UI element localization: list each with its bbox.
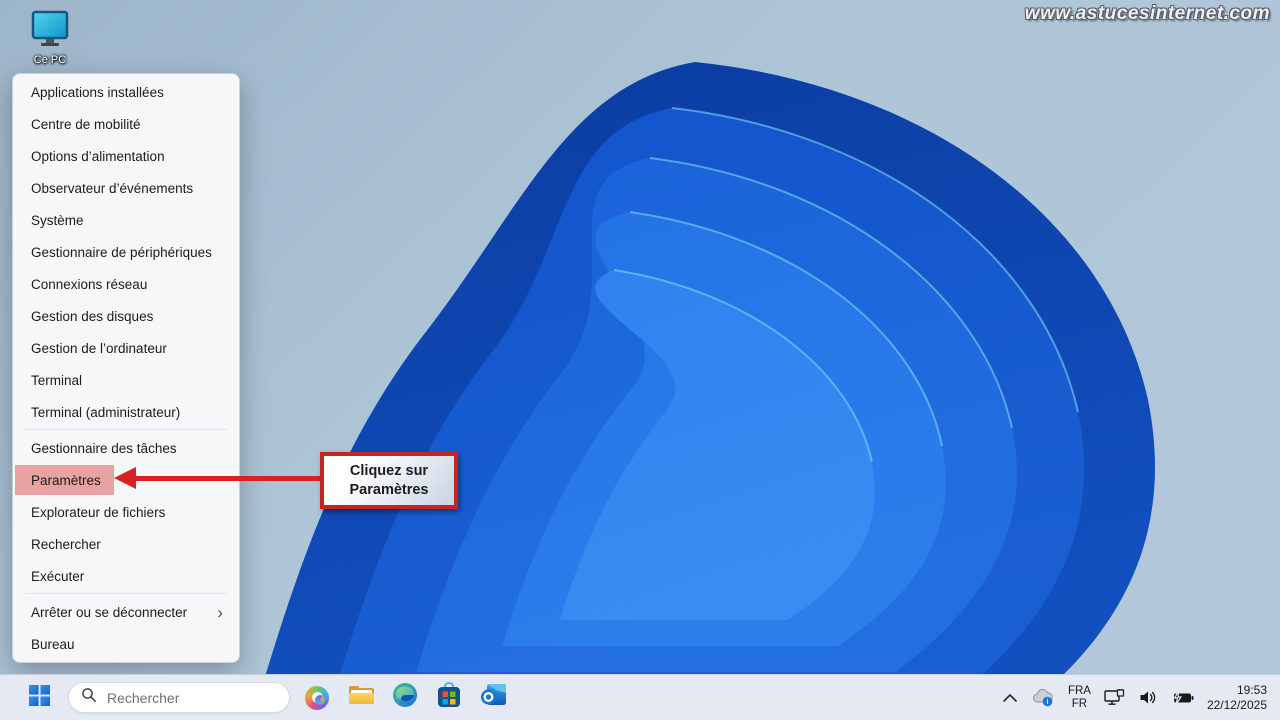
menu-item-applications-installees[interactable]: Applications installées [13,76,239,108]
winx-context-menu: Applications installées Centre de mobili… [12,73,240,663]
menu-item-gestionnaire-taches[interactable]: Gestionnaire des tâches [13,432,239,464]
menu-item-label: Centre de mobilité [31,116,141,132]
menu-item-label: Bureau [31,636,75,652]
ethernet-monitor-icon[interactable] [1104,689,1126,706]
menu-item-label: Paramètres [31,472,101,488]
clock[interactable]: 19:53 22/12/2025 [1207,683,1267,713]
menu-item-rechercher[interactable]: Rechercher [13,528,239,560]
edge-swirl-icon [392,682,418,713]
annotation-text-line1: Cliquez sur [349,462,429,479]
menu-item-label: Gestion de l’ordinateur [31,340,167,356]
battery-charging-icon[interactable] [1171,690,1194,705]
menu-item-label: Terminal (administrateur) [31,404,181,420]
magnifier-icon [81,687,97,708]
cloud-info-icon[interactable]: i [1031,688,1055,707]
folder-icon [348,684,375,711]
menu-separator [25,593,227,594]
menu-item-label: Arrêter ou se déconnecter [31,604,188,620]
language-line2: FR [1071,697,1088,710]
search-input[interactable] [105,688,265,707]
menu-item-label: Gestionnaire de périphériques [31,244,212,260]
menu-item-arreter-deconnecter[interactable]: Arrêter ou se déconnecter › [13,596,239,628]
menu-item-label: Rechercher [31,536,101,552]
desktop-icon-label: Ce PC [33,54,67,66]
file-explorer-button[interactable] [344,681,378,715]
menu-item-label: Options d’alimentation [31,148,165,164]
menu-item-label: Explorateur de fichiers [31,504,166,520]
svg-text:i: i [1046,699,1048,706]
menu-separator [25,429,227,430]
menu-item-label: Terminal [31,372,83,388]
menu-item-label: Observateur d’événements [31,180,194,196]
windows-logo-icon [28,684,50,711]
outlook-button[interactable] [476,681,510,715]
menu-item-gestion-ordinateur[interactable]: Gestion de l’ordinateur [13,332,239,364]
menu-item-terminal[interactable]: Terminal [13,364,239,396]
clock-date: 22/12/2025 [1206,697,1267,712]
annotation-arrow-line [134,476,322,481]
desktop-icon-ce-pc[interactable]: Ce PC [24,10,76,66]
menu-item-centre-mobilite[interactable]: Centre de mobilité [13,108,239,140]
menu-item-gestionnaire-peripheriques[interactable]: Gestionnaire de périphériques [13,236,239,268]
menu-item-label: Applications installées [31,84,164,100]
menu-item-label: Gestionnaire des tâches [31,440,177,456]
menu-item-explorateur-fichiers[interactable]: Explorateur de fichiers [13,496,239,528]
menu-item-options-alimentation[interactable]: Options d’alimentation [13,140,239,172]
monitor-icon [28,10,72,52]
language-indicator[interactable]: FRA FR [1068,685,1091,711]
menu-item-gestion-disques[interactable]: Gestion des disques [13,300,239,332]
outlook-envelope-icon [480,683,507,712]
taskbar: i FRA FR [0,674,1280,720]
annotation-callout: Cliquez sur Paramètres [320,452,458,509]
copilot-button[interactable] [300,681,334,715]
language-line1: FRA [1067,684,1091,697]
menu-item-observateur-evenements[interactable]: Observateur d’événements [13,172,239,204]
taskbar-search[interactable] [68,682,290,713]
store-bag-icon [437,682,461,713]
menu-item-label: Système [31,212,84,228]
menu-item-label: Gestion des disques [31,308,154,324]
start-button[interactable] [22,681,56,715]
speaker-icon[interactable] [1139,690,1158,705]
chevron-up-icon[interactable] [1002,693,1018,703]
menu-item-label: Exécuter [31,568,85,584]
system-tray: i FRA FR 19:53 22/12/2025 [1002,683,1280,713]
menu-item-connexions-reseau[interactable]: Connexions réseau [13,268,239,300]
menu-item-executer[interactable]: Exécuter [13,560,239,592]
menu-item-terminal-admin[interactable]: Terminal (administrateur) [13,396,239,428]
store-button[interactable] [432,681,466,715]
annotation-arrow-head [114,467,136,489]
annotation-text-line2: Paramètres [349,481,429,498]
clock-time: 19:53 [1236,682,1267,697]
chevron-right-icon: › [217,602,223,622]
menu-item-bureau[interactable]: Bureau [13,628,239,660]
menu-item-label: Connexions réseau [31,276,148,292]
edge-button[interactable] [388,681,422,715]
menu-item-systeme[interactable]: Système [13,204,239,236]
copilot-swirl-icon [305,685,329,710]
site-watermark: www.astucesinternet.com [1024,3,1270,24]
